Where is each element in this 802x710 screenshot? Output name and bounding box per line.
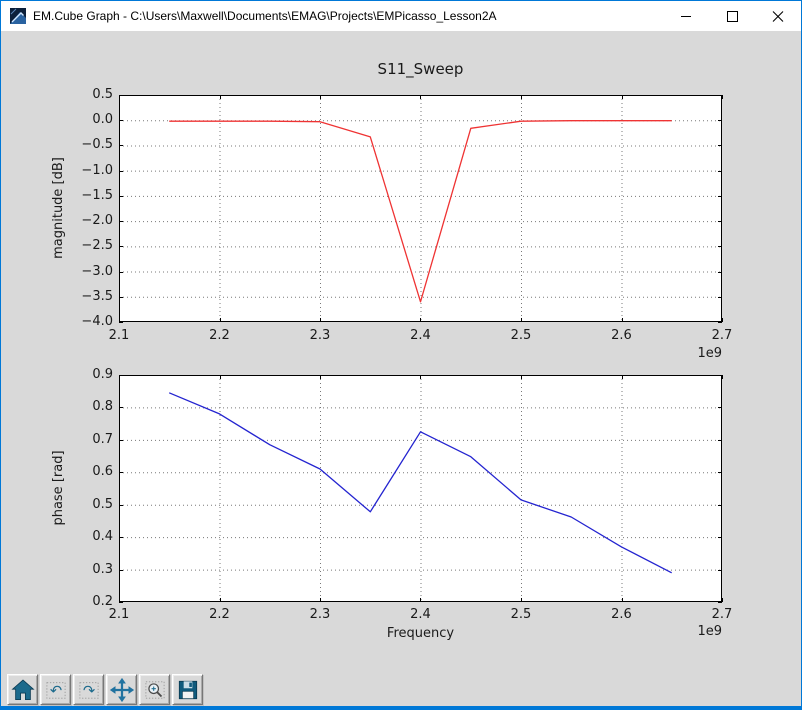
toolbar-button-home[interactable] bbox=[7, 674, 38, 705]
window-title: EM.Cube Graph - C:\Users\Maxwell\Documen… bbox=[33, 9, 497, 23]
y-tick-label: 0.0 bbox=[92, 112, 113, 128]
svg-text:↷: ↷ bbox=[82, 682, 94, 699]
minimize-button[interactable] bbox=[663, 1, 709, 31]
y-tick-label: −4.0 bbox=[81, 314, 113, 329]
forward-icon: ↷ bbox=[78, 681, 99, 699]
y-tick-label: −1.5 bbox=[81, 187, 113, 203]
zoom-icon bbox=[144, 680, 165, 699]
y-tick-label: 0.6 bbox=[92, 464, 113, 480]
save-icon bbox=[178, 680, 197, 699]
toolbar: ↶ ↷ bbox=[1, 662, 801, 706]
toolbar-button-back[interactable]: ↶ bbox=[40, 674, 71, 705]
x-tick-label: 2.7 bbox=[711, 328, 733, 343]
phase-axis-label: phase [rad] bbox=[51, 450, 66, 526]
frequency-axis-label: Frequency bbox=[386, 626, 455, 641]
figure-area: S11_Sweep magnitude [dB] phase [rad] Fre… bbox=[1, 31, 801, 662]
y-tick-label: 0.2 bbox=[92, 594, 113, 609]
chart-title: S11_Sweep bbox=[377, 60, 464, 78]
y-tick-label: 0.8 bbox=[92, 399, 113, 415]
x-offset-label-bottom: 1e9 bbox=[697, 624, 722, 639]
x-tick-label: 2.3 bbox=[309, 328, 331, 343]
y-tick-label: 0.3 bbox=[92, 561, 113, 577]
x-tick-label: 2.1 bbox=[108, 328, 130, 343]
y-tick-label: 0.5 bbox=[92, 87, 113, 102]
toolbar-button-pan[interactable] bbox=[106, 674, 137, 705]
app-window: EM.Cube Graph - C:\Users\Maxwell\Documen… bbox=[0, 0, 802, 710]
axes-1 bbox=[119, 375, 723, 603]
y-tick-label: −3.5 bbox=[81, 288, 113, 304]
x-tick-label: 2.5 bbox=[510, 328, 532, 343]
y-tick-label: 0.7 bbox=[92, 431, 113, 447]
magnitude-axis-label: magnitude [dB] bbox=[51, 157, 66, 259]
back-icon: ↶ bbox=[45, 681, 66, 699]
axes-0 bbox=[119, 95, 723, 323]
y-tick-label: −3.0 bbox=[81, 263, 113, 279]
window-controls bbox=[663, 1, 801, 31]
toolbar-button-save[interactable] bbox=[172, 674, 203, 705]
maximize-button[interactable] bbox=[709, 1, 755, 31]
titlebar: EM.Cube Graph - C:\Users\Maxwell\Documen… bbox=[1, 1, 801, 31]
toolbar-button-zoom[interactable] bbox=[139, 674, 170, 705]
x-tick-label: 2.3 bbox=[309, 607, 331, 622]
x-tick-label: 2.7 bbox=[711, 607, 733, 622]
pan-icon bbox=[109, 677, 134, 702]
close-button[interactable] bbox=[755, 1, 801, 31]
svg-text:↶: ↶ bbox=[49, 682, 61, 699]
y-tick-label: 0.5 bbox=[92, 496, 113, 512]
y-tick-label: 0.9 bbox=[92, 367, 113, 382]
y-tick-label: −1.0 bbox=[81, 162, 113, 178]
x-tick-label: 2.4 bbox=[410, 607, 431, 622]
toolbar-button-forward[interactable]: ↷ bbox=[73, 674, 104, 705]
x-tick-label: 2.6 bbox=[611, 328, 632, 343]
x-tick-label: 2.4 bbox=[410, 328, 431, 343]
x-tick-label: 2.2 bbox=[209, 328, 230, 343]
x-tick-label: 2.2 bbox=[209, 607, 230, 622]
y-tick-label: −2.0 bbox=[81, 213, 113, 229]
y-tick-label: −2.5 bbox=[81, 238, 113, 254]
x-offset-label-top: 1e9 bbox=[697, 346, 722, 361]
y-tick-label: 0.4 bbox=[92, 529, 113, 545]
home-icon bbox=[10, 678, 35, 700]
x-tick-label: 2.5 bbox=[510, 607, 532, 622]
x-tick-label: 2.6 bbox=[611, 607, 632, 622]
y-tick-label: −0.5 bbox=[81, 137, 113, 153]
app-icon bbox=[10, 8, 26, 24]
